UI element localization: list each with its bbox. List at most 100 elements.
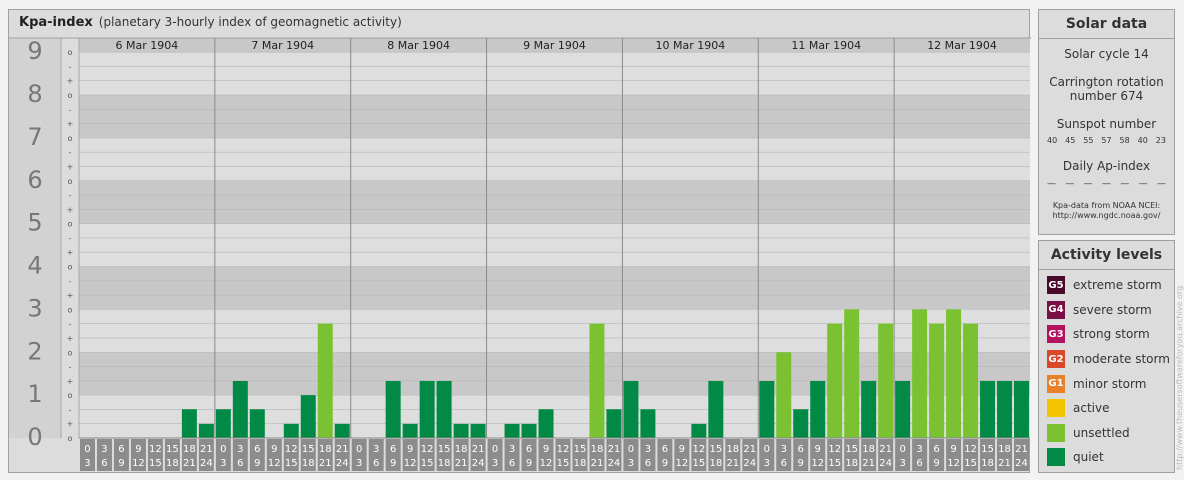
x-tick-start: 21 (200, 444, 213, 455)
kp-bar (793, 409, 809, 438)
x-tick-start: 6 (118, 444, 124, 455)
y-minor-label: + (67, 120, 74, 129)
x-tick-end: 21 (455, 458, 468, 469)
kp-bar (963, 323, 979, 438)
x-tick-start: 3 (509, 444, 515, 455)
x-tick-start: 12 (557, 444, 570, 455)
legend-item-minor-storm: G1 minor storm (1039, 371, 1174, 396)
y-minor-label: o (68, 91, 73, 100)
x-tick-end: 24 (1015, 458, 1028, 469)
kpa-chart: 0123456789o+-o+-o+-o+-o+-o+-o+-o+-o+-o6 … (9, 37, 1031, 471)
x-tick-start: 0 (899, 444, 905, 455)
x-tick-start: 6 (933, 444, 939, 455)
kp-bar (912, 309, 928, 438)
x-tick-start: 6 (662, 444, 668, 455)
x-tick-end: 9 (526, 458, 532, 469)
y-minor-label: o (68, 177, 73, 186)
solar-data-panel: Solar data Solar cycle 14 Carrington rot… (1038, 9, 1175, 235)
sunspot-value: 45 (1065, 136, 1076, 145)
x-tick-end: 24 (472, 458, 485, 469)
day-label: 10 Mar 1904 (655, 39, 725, 52)
kp-bar (827, 323, 843, 438)
y-minor-label: o (68, 348, 73, 357)
x-tick-end: 9 (118, 458, 124, 469)
sunspot-value: 55 (1083, 136, 1094, 145)
y-minor-label: - (69, 363, 72, 372)
x-tick-start: 3 (916, 444, 922, 455)
x-tick-start: 9 (135, 444, 141, 455)
legend-label: strong storm (1073, 327, 1150, 342)
x-tick-start: 6 (798, 444, 804, 455)
legend-label: unsettled (1073, 425, 1130, 440)
x-tick-start: 3 (781, 444, 787, 455)
x-tick-end: 18 (438, 458, 451, 469)
x-tick-start: 21 (336, 444, 349, 455)
legend-item-extreme-storm: G5 extreme storm (1039, 273, 1174, 298)
solar-cycle: Solar cycle 14 (1064, 47, 1149, 61)
kp-bar (878, 323, 894, 438)
x-tick-start: 0 (628, 444, 634, 455)
x-tick-end: 3 (84, 458, 90, 469)
kp-bar (385, 380, 401, 438)
x-tick-start: 12 (964, 444, 977, 455)
legend-swatch: G5 (1047, 276, 1065, 295)
day-label: 9 Mar 1904 (523, 39, 586, 52)
kp-bar (759, 380, 775, 438)
x-tick-start: 18 (998, 444, 1011, 455)
x-tick-end: 15 (285, 458, 298, 469)
ap-value: — (1156, 179, 1166, 189)
kp-bar (283, 423, 299, 438)
y-major-label: 2 (27, 337, 42, 365)
sunspot-label: Sunspot number (1056, 117, 1157, 131)
x-tick-start: 0 (492, 444, 498, 455)
y-minor-label: - (69, 191, 72, 200)
sunspot-values: 40 45 55 57 58 40 23 (1039, 136, 1174, 145)
kp-bar (181, 409, 197, 438)
legend-swatch: G2 (1047, 350, 1065, 369)
legend-swatch (1047, 423, 1065, 442)
x-tick-start: 12 (692, 444, 705, 455)
y-minor-label: o (68, 305, 73, 314)
y-major-label: 9 (27, 37, 42, 65)
x-tick-end: 21 (183, 458, 196, 469)
x-tick-start: 6 (254, 444, 260, 455)
kp-bar (929, 323, 945, 438)
y-minor-label: - (69, 320, 72, 329)
legend-label: extreme storm (1073, 278, 1162, 293)
x-tick-end: 18 (302, 458, 315, 469)
kp-bar (589, 323, 605, 438)
x-tick-start: 12 (285, 444, 298, 455)
x-tick-end: 6 (781, 458, 787, 469)
legend-item-unsettled: unsettled (1039, 421, 1174, 446)
x-tick-end: 15 (964, 458, 977, 469)
x-tick-start: 9 (407, 444, 413, 455)
x-tick-start: 6 (526, 444, 532, 455)
sunspot-value: 40 (1137, 136, 1148, 145)
x-tick-end: 21 (998, 458, 1011, 469)
x-tick-start: 9 (271, 444, 277, 455)
legend-label: active (1073, 401, 1110, 416)
kp-bar (895, 380, 911, 438)
x-tick-start: 18 (726, 444, 739, 455)
x-tick-start: 0 (764, 444, 770, 455)
y-major-label: 7 (27, 123, 42, 151)
day-label: 6 Mar 1904 (116, 39, 179, 52)
x-tick-start: 21 (743, 444, 756, 455)
x-tick-end: 21 (862, 458, 875, 469)
x-tick-end: 24 (879, 458, 892, 469)
x-tick-end: 15 (557, 458, 570, 469)
x-tick-end: 15 (149, 458, 162, 469)
activity-levels-panel: Activity levels G5 extreme storm G4 severe… (1038, 240, 1175, 473)
kp-bar (521, 423, 537, 438)
sunspot-value: 57 (1101, 136, 1112, 145)
y-major-label: 6 (27, 166, 42, 194)
kp-bar (300, 395, 316, 438)
kp-bar (453, 423, 469, 438)
kp-bar (623, 380, 639, 438)
x-tick-end: 15 (828, 458, 841, 469)
y-minor-label: - (69, 105, 72, 114)
x-tick-start: 3 (101, 444, 107, 455)
y-minor-label: + (67, 377, 74, 386)
x-tick-end: 12 (811, 458, 824, 469)
solar-data-title: Solar data (1039, 10, 1174, 39)
